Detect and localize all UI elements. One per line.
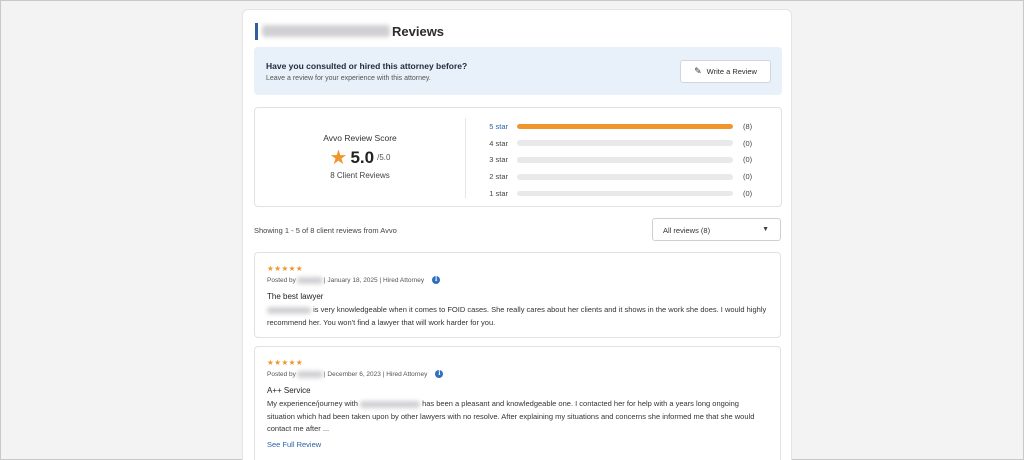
score-max: /5.0 [377,153,391,162]
info-icon[interactable]: i [435,370,444,378]
rating-bar [517,140,733,146]
rating-row-2: 2 star (0) [473,168,773,185]
rating-count: (0) [743,172,753,182]
redacted-attorney-name [359,400,420,408]
review-stars: ★★★★★ [267,358,304,367]
review-filter-select[interactable]: All reviews (8) ▼ [652,218,781,241]
consult-question: Have you consulted or hired this attorne… [266,61,468,71]
review-body-text-start: My experience/journey with [267,399,358,408]
rating-count: (0) [743,155,753,165]
redacted-reviewer-name [296,370,323,378]
review-stars: ★★★★★ [267,264,304,273]
review-meta: Posted by | January 18, 2025 | Hired Att… [267,276,441,284]
rating-label: 5 star [489,121,508,131]
rating-row-4: 4 star (0) [473,135,773,152]
review-meta: Posted by | December 6, 2023 | Hired Att… [267,370,444,378]
rating-label: 3 star [489,155,508,165]
rating-label: 2 star [489,172,508,182]
rating-bar [517,190,733,197]
rating-bar [517,123,733,130]
rating-bar [517,174,733,180]
review-title: A++ Service [267,386,311,395]
info-icon[interactable]: i [432,276,441,284]
posted-by-label: Posted by [267,276,296,284]
rating-count: (0) [743,138,753,148]
consult-subtext: Leave a review for your experience with … [266,75,431,82]
score-divider [465,118,466,198]
filter-selected-value: All reviews (8) [663,226,711,235]
see-full-review-link[interactable]: See Full Review [267,440,321,449]
rating-bar-fill [517,123,733,130]
redacted-attorney-name [262,25,390,37]
showing-count: Showing 1 - 5 of 8 client reviews from A… [254,226,397,235]
review-title: The best lawyer [267,292,324,301]
review-date-status: | January 18, 2025 | Hired Attorney [323,276,425,284]
pencil-icon: ✎ [694,66,702,76]
score-title: Avvo Review Score [323,133,397,143]
score-summary: Avvo Review Score ★ 5.0/5.0 8 Client Revi… [255,108,465,206]
review-score-box: Avvo Review Score ★ 5.0/5.0 8 Client Revi… [254,107,782,207]
rating-count: (0) [743,189,753,199]
star-icon: ★ [329,147,348,169]
posted-by-label: Posted by [267,370,296,378]
chevron-down-icon: ▼ [762,226,769,233]
write-review-button[interactable]: ✎ Write a Review [680,60,771,83]
rating-bar [517,157,733,163]
consult-banner: Have you consulted or hired this attorne… [254,47,782,95]
review-body: My experience/journey with has been a pl… [267,398,767,436]
score-value: 5.0 [350,147,375,167]
rating-label: 4 star [489,138,508,148]
section-title: Reviews [392,23,445,39]
redacted-attorney-name [267,306,311,314]
client-review-count: 8 Client Reviews [330,171,390,180]
score-value-row: ★ 5.0/5.0 [255,145,465,169]
section-header: Reviews [255,22,444,40]
review-body: is very knowledgeable when it comes to F… [267,304,767,329]
redacted-reviewer-name [296,276,323,284]
rating-row-1: 1 star (0) [473,185,773,202]
review-card: ★★★★★ Posted by | January 18, 2025 | Hir… [254,252,781,338]
write-review-label: Write a Review [706,67,757,76]
reviews-panel: Reviews Have you consulted or hired this… [242,9,792,460]
rating-label: 1 star [489,189,508,199]
review-body-text: is very knowledgeable when it comes to F… [267,305,767,327]
rating-breakdown: 5 star (8) 4 star (0) 3 star (0) 2 star … [473,118,773,202]
header-accent-bar [255,22,258,40]
rating-row-3: 3 star (0) [473,152,773,169]
rating-count: (8) [743,121,753,131]
rating-row-5[interactable]: 5 star (8) [473,118,773,135]
review-date-status: | December 6, 2023 | Hired Attorney [323,370,428,378]
review-card: ★★★★★ Posted by | December 6, 2023 | Hir… [254,346,781,460]
